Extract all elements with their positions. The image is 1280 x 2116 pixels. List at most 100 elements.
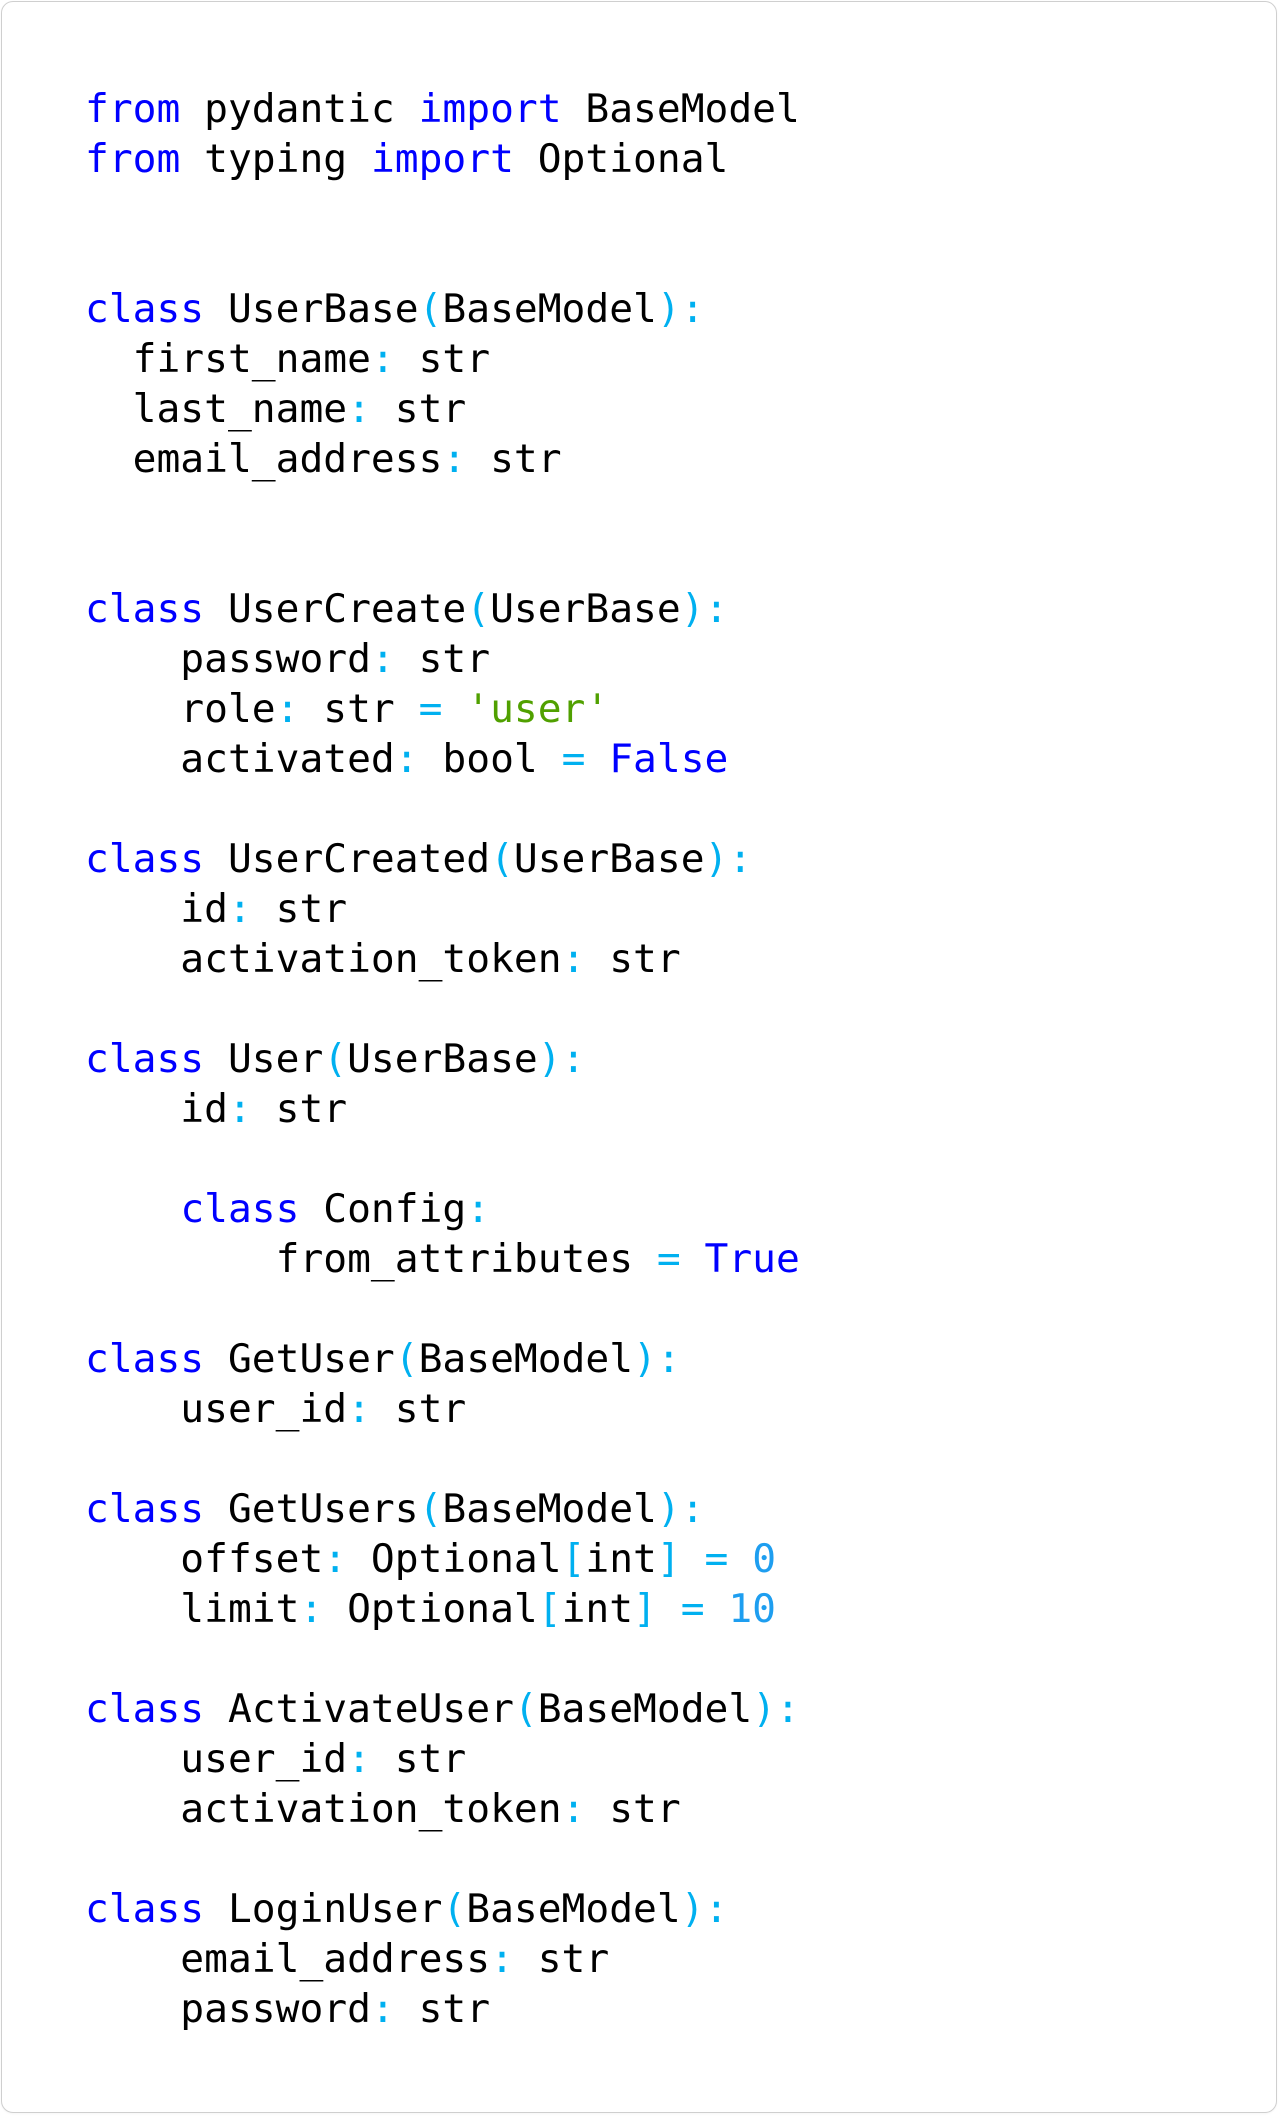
punctuation-token: [ [561,1536,586,1582]
punctuation-token: = [656,1236,681,1282]
punctuation-token: : [490,1936,514,1982]
punctuation-token: : [323,1536,348,1582]
identifier-token: activation_token [85,936,562,982]
keyword-token: class [85,1336,205,1382]
identifier-token: UserBase [347,1036,538,1082]
code-line: class UserCreate(UserBase): [85,584,800,634]
identifier-token: offset [85,1536,324,1582]
code-line: email_address: str [85,434,800,484]
punctuation-token: : [370,1986,395,2032]
punctuation-token: [ [537,1586,562,1632]
identifier-token: UserCreated [204,836,491,882]
punctuation-token: : [347,386,371,432]
identifier-token: str [585,1786,681,1832]
identifier-token: str [299,686,419,732]
punctuation-token: ( [513,1686,538,1732]
number-token: 0 [752,1536,777,1582]
identifier-token: BaseModel [442,286,657,332]
code-line: first_name: str [85,334,800,384]
punctuation-token: ( [442,1886,467,1932]
code-line: class User(UserBase): [85,1034,800,1084]
code-line: id: str [85,1084,800,1134]
identifier-token [585,736,609,782]
identifier-token [728,1536,752,1582]
identifier-token: activated [85,736,395,782]
number-token: 10 [728,1586,777,1632]
punctuation-token: : [227,1086,252,1132]
identifier-token: id [85,1086,228,1132]
code-line: role: str = 'user' [85,684,800,734]
punctuation-token: ( [490,836,514,882]
identifier-token [705,1586,729,1632]
identifier-token: str [251,1086,348,1132]
punctuation-token: ( [323,1036,348,1082]
identifier-token [681,1536,705,1582]
code-line: email_address: str [85,1934,800,1984]
identifier-token: str [370,1386,467,1432]
code-line: user_id: str [85,1734,800,1784]
keyword-token: class [85,836,205,882]
code-block: from pydantic import BaseModel from typin… [85,84,800,2034]
punctuation-token: ( [418,1486,443,1532]
punctuation-token: ): [656,286,705,332]
identifier-token: BaseModel [442,1486,657,1532]
punctuation-token: : [370,336,395,382]
punctuation-token: = [704,1536,729,1582]
punctuation-token: : [347,1386,371,1432]
identifier-token: email_address [85,436,443,482]
keyword-token: False [609,736,729,782]
identifier-token: User [204,1036,324,1082]
identifier-token: Config [299,1186,467,1232]
keyword-token: True [704,1236,800,1282]
punctuation-token: ( [466,586,491,632]
punctuation-token: ] [633,1586,657,1632]
identifier-token: first_name [85,336,371,382]
keyword-token: class [85,1686,205,1732]
code-line: user_id: str [85,1384,800,1434]
punctuation-token: : [347,1736,371,1782]
code-line: class LoginUser(BaseModel): [85,1884,800,1934]
punctuation-token: ): [752,1686,800,1732]
punctuation-token: : [394,736,419,782]
punctuation-token: : [370,636,395,682]
identifier-token: typing [180,136,371,182]
punctuation-token: ): [537,1036,586,1082]
code-card: from pydantic import BaseModel from typin… [1,1,1277,2113]
punctuation-token: ): [680,1886,729,1932]
punctuation-token: ): [704,836,753,882]
keyword-token: import [370,136,514,182]
identifier-token: user_id [85,1386,348,1432]
code-line: password: str [85,1984,800,2034]
punctuation-token: : [227,886,252,932]
string-token: 'user' [466,686,610,732]
identifier-token: bool [418,736,562,782]
identifier-token: GetUser [204,1336,395,1382]
identifier-token: id [85,886,228,932]
code-line: class GetUsers(BaseModel): [85,1484,800,1534]
code-line: from typing import Optional [85,134,800,184]
identifier-token: str [394,636,491,682]
identifier-token: password [85,636,371,682]
identifier-token: activation_token [85,1786,562,1832]
identifier-token: str [466,436,562,482]
identifier-token: UserBase [490,586,681,632]
punctuation-token: ( [418,286,443,332]
keyword-token: class [85,586,205,632]
identifier-token: str [394,336,491,382]
identifier-token [85,1186,180,1232]
punctuation-token: = [680,1586,705,1632]
punctuation-token: ( [394,1336,419,1382]
identifier-token: UserBase [513,836,705,882]
identifier-token: from_attributes [85,1236,657,1282]
code-line: from pydantic import BaseModel [85,84,800,134]
identifier-token: BaseModel [537,1686,753,1732]
identifier-token: email_address [85,1936,491,1982]
